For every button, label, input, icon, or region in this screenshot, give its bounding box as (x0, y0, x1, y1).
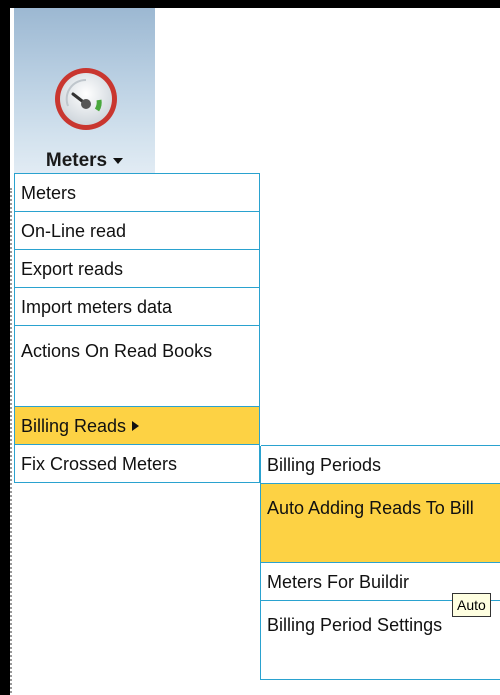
chevron-right-icon (132, 420, 140, 431)
left-border-decoration (10, 188, 13, 695)
meters-toolbar-button[interactable]: Meters (14, 8, 155, 180)
submenu-item-billing-periods[interactable]: Billing Periods (261, 445, 500, 484)
submenu-item-auto-adding-reads[interactable]: Auto Adding Reads To Bill (261, 483, 500, 563)
billing-reads-label: Billing Reads (21, 415, 127, 436)
menu-item-fix-crossed-meters[interactable]: Fix Crossed Meters (15, 444, 260, 483)
app-frame: Meters Meters On-Line read Export reads … (10, 8, 500, 695)
meters-dropdown-menu: Meters On-Line read Export reads Import … (14, 173, 260, 483)
menu-item-export-reads[interactable]: Export reads (15, 249, 260, 288)
meters-toolbar-label: Meters (14, 150, 155, 172)
speedometer-icon (55, 68, 117, 130)
tooltip: Auto (452, 593, 491, 617)
chevron-down-icon (113, 157, 124, 164)
menu-item-meters[interactable]: Meters (15, 173, 260, 212)
meters-label-text: Meters (45, 150, 108, 171)
menu-item-billing-reads[interactable]: Billing Reads (15, 406, 260, 445)
menu-item-actions-on-read-books[interactable]: Actions On Read Books (15, 325, 260, 407)
billing-reads-submenu: Billing Periods Auto Adding Reads To Bil… (260, 445, 500, 680)
menu-item-online-read[interactable]: On-Line read (15, 211, 260, 250)
menu-item-import-meters-data[interactable]: Import meters data (15, 287, 260, 326)
